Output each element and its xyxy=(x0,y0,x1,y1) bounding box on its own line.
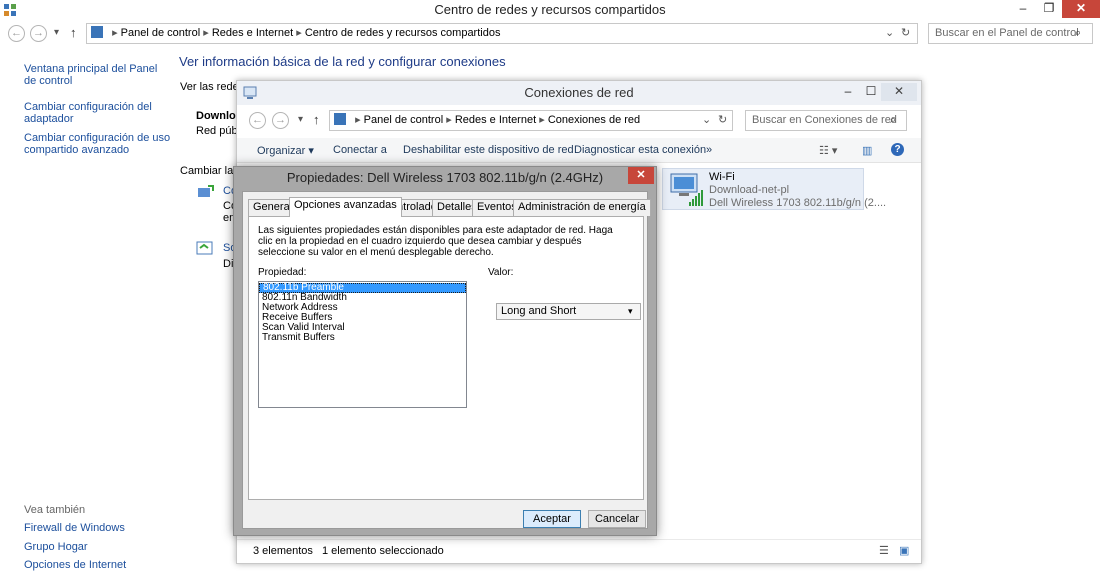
property-list[interactable]: 802.11b Preamble 802.11n Bandwidth Netwo… xyxy=(258,281,467,408)
disable-device-button[interactable]: Deshabilitar este dispositivo de red xyxy=(403,144,574,156)
address-bar[interactable]: ▸ Panel de control ▸ Redes e Internet ▸ … xyxy=(86,23,918,44)
sidebar-link-sharing[interactable]: Cambiar configuración de uso compartido … xyxy=(24,132,174,156)
networks-label: Ver las redes xyxy=(180,81,245,93)
see-also-homegroup[interactable]: Grupo Hogar xyxy=(24,541,88,553)
organize-menu[interactable]: Organizar ▾ xyxy=(257,144,314,157)
cx-status-bar: 3 elementos 1 elemento seleccionado ☰ ▣ xyxy=(237,539,921,563)
cx-toolbar: Organizar ▾ Conectar a Deshabilitar este… xyxy=(237,138,921,163)
cancel-button[interactable]: Cancelar xyxy=(588,510,646,528)
wifi-adapter-tile[interactable]: Wi-Fi Download-net-pl Dell Wireless 1703… xyxy=(662,168,886,210)
cx-back-button[interactable]: ← xyxy=(249,112,266,129)
value-select[interactable]: Long and Short ▾ xyxy=(496,303,641,320)
refresh-icon[interactable]: ↻ xyxy=(901,24,910,43)
chevron-down-icon: ▾ xyxy=(628,306,633,316)
tiles-view-icon[interactable]: ▣ xyxy=(899,544,909,557)
value-label: Valor: xyxy=(488,267,514,278)
view-options-icon[interactable]: ☷ ▾ xyxy=(819,144,837,157)
cx-address-bar[interactable]: ▸ Panel de control ▸ Redes e Internet ▸ … xyxy=(329,110,733,131)
cx-search-input[interactable]: Buscar en Conexiones de red ⌕ xyxy=(745,110,907,131)
see-also-firewall[interactable]: Firewall de Windows xyxy=(24,522,125,534)
item-count: 3 elementos xyxy=(253,545,313,557)
recent-chevron-icon[interactable]: ▾ xyxy=(54,27,59,38)
dialog-close-button[interactable]: ✕ xyxy=(628,167,654,184)
dialog-title: Propiedades: Dell Wireless 1703 802.11b/… xyxy=(286,170,604,185)
cx-forward-button[interactable]: → xyxy=(272,112,289,129)
network-connections-icon xyxy=(243,86,257,99)
search-icon[interactable]: ⌕ xyxy=(1075,24,1081,43)
tab-power-management[interactable]: Administración de energía xyxy=(513,199,651,216)
network-center-icon xyxy=(4,4,16,16)
dialog-body: General Opciones avanzadas Controlador D… xyxy=(242,191,651,529)
forward-button[interactable]: → xyxy=(30,25,47,42)
cx-breadcrumb-item[interactable]: Redes e Internet xyxy=(455,114,536,126)
troubleshoot-icon xyxy=(196,241,213,255)
adapter-network: Download-net-pl xyxy=(709,184,790,196)
page-heading: Ver información básica de la red y confi… xyxy=(179,54,506,69)
cx-maximize-button[interactable]: ☐ xyxy=(861,83,881,101)
new-connection-icon xyxy=(198,185,214,197)
cx-refresh-icon[interactable]: ↻ xyxy=(718,111,727,130)
up-arrow-icon[interactable]: ↑ xyxy=(70,25,77,40)
troubleshoot-desc: Di xyxy=(223,258,234,270)
help-icon[interactable]: ? xyxy=(891,143,904,156)
network-name: Downlo xyxy=(196,110,236,122)
property-item[interactable]: Transmit Buffers xyxy=(259,333,466,343)
adapter-name: Wi-Fi xyxy=(709,171,735,183)
see-also-header: Vea también xyxy=(24,504,86,516)
breadcrumb-item[interactable]: Panel de control xyxy=(121,27,201,39)
address-dropdown-icon[interactable]: ⌄ xyxy=(885,24,894,43)
main-title: Centro de redes y recursos compartidos xyxy=(0,0,1100,20)
cx-breadcrumb-item[interactable]: Panel de control xyxy=(364,114,444,126)
details-view-icon[interactable]: ☰ xyxy=(879,544,889,557)
tab-advanced[interactable]: Opciones avanzadas xyxy=(289,197,402,217)
cx-up-arrow-icon[interactable]: ↑ xyxy=(313,112,320,127)
ok-button[interactable]: Aceptar xyxy=(523,510,581,528)
toolbar-overflow-button[interactable]: » xyxy=(706,144,712,156)
selected-count: 1 elemento seleccionado xyxy=(322,545,444,557)
advanced-description: Las siguientes propiedades están disponi… xyxy=(258,225,613,258)
breadcrumb-item[interactable]: Redes e Internet xyxy=(212,27,293,39)
diagnose-button[interactable]: Diagnosticar esta conexión xyxy=(574,144,706,156)
search-input[interactable]: Buscar en el Panel de control ⌕ xyxy=(928,23,1093,44)
cx-control-panel-icon xyxy=(334,113,346,125)
cx-minimize-button[interactable]: – xyxy=(835,83,861,101)
connect-to-button[interactable]: Conectar a xyxy=(333,144,387,156)
preview-pane-icon[interactable]: ▥ xyxy=(862,144,872,157)
see-also-internet-options[interactable]: Opciones de Internet xyxy=(24,559,126,571)
restore-button[interactable]: ❐ xyxy=(1036,0,1062,18)
cx-close-button[interactable]: ✕ xyxy=(881,83,917,101)
cx-recent-chevron-icon[interactable]: ▾ xyxy=(298,114,303,125)
sidebar-link-adapter[interactable]: Cambiar configuración del adaptador xyxy=(24,101,164,125)
sidebar-link-home[interactable]: Ventana principal del Panel de control xyxy=(24,63,164,87)
network-connections-title: Conexiones de red xyxy=(237,81,921,105)
wifi-adapter-icon xyxy=(670,173,703,206)
close-button[interactable]: ✕ xyxy=(1062,0,1100,18)
breadcrumb-item[interactable]: Centro de redes y recursos compartidos xyxy=(305,27,501,39)
back-button[interactable]: ← xyxy=(8,25,25,42)
minimize-button[interactable]: – xyxy=(1010,0,1036,18)
adapter-device: Dell Wireless 1703 802.11b/g/n (2.... xyxy=(709,197,887,209)
control-panel-icon xyxy=(91,26,103,38)
properties-dialog: Propiedades: Dell Wireless 1703 802.11b/… xyxy=(233,166,657,536)
cx-breadcrumb-item[interactable]: Conexiones de red xyxy=(548,114,640,126)
property-label: Propiedad: xyxy=(258,267,307,278)
advanced-tab-panel: Las siguientes propiedades están disponi… xyxy=(248,216,644,500)
cx-search-icon[interactable]: ⌕ xyxy=(890,111,896,130)
cx-address-dropdown-icon[interactable]: ⌄ xyxy=(702,111,711,130)
